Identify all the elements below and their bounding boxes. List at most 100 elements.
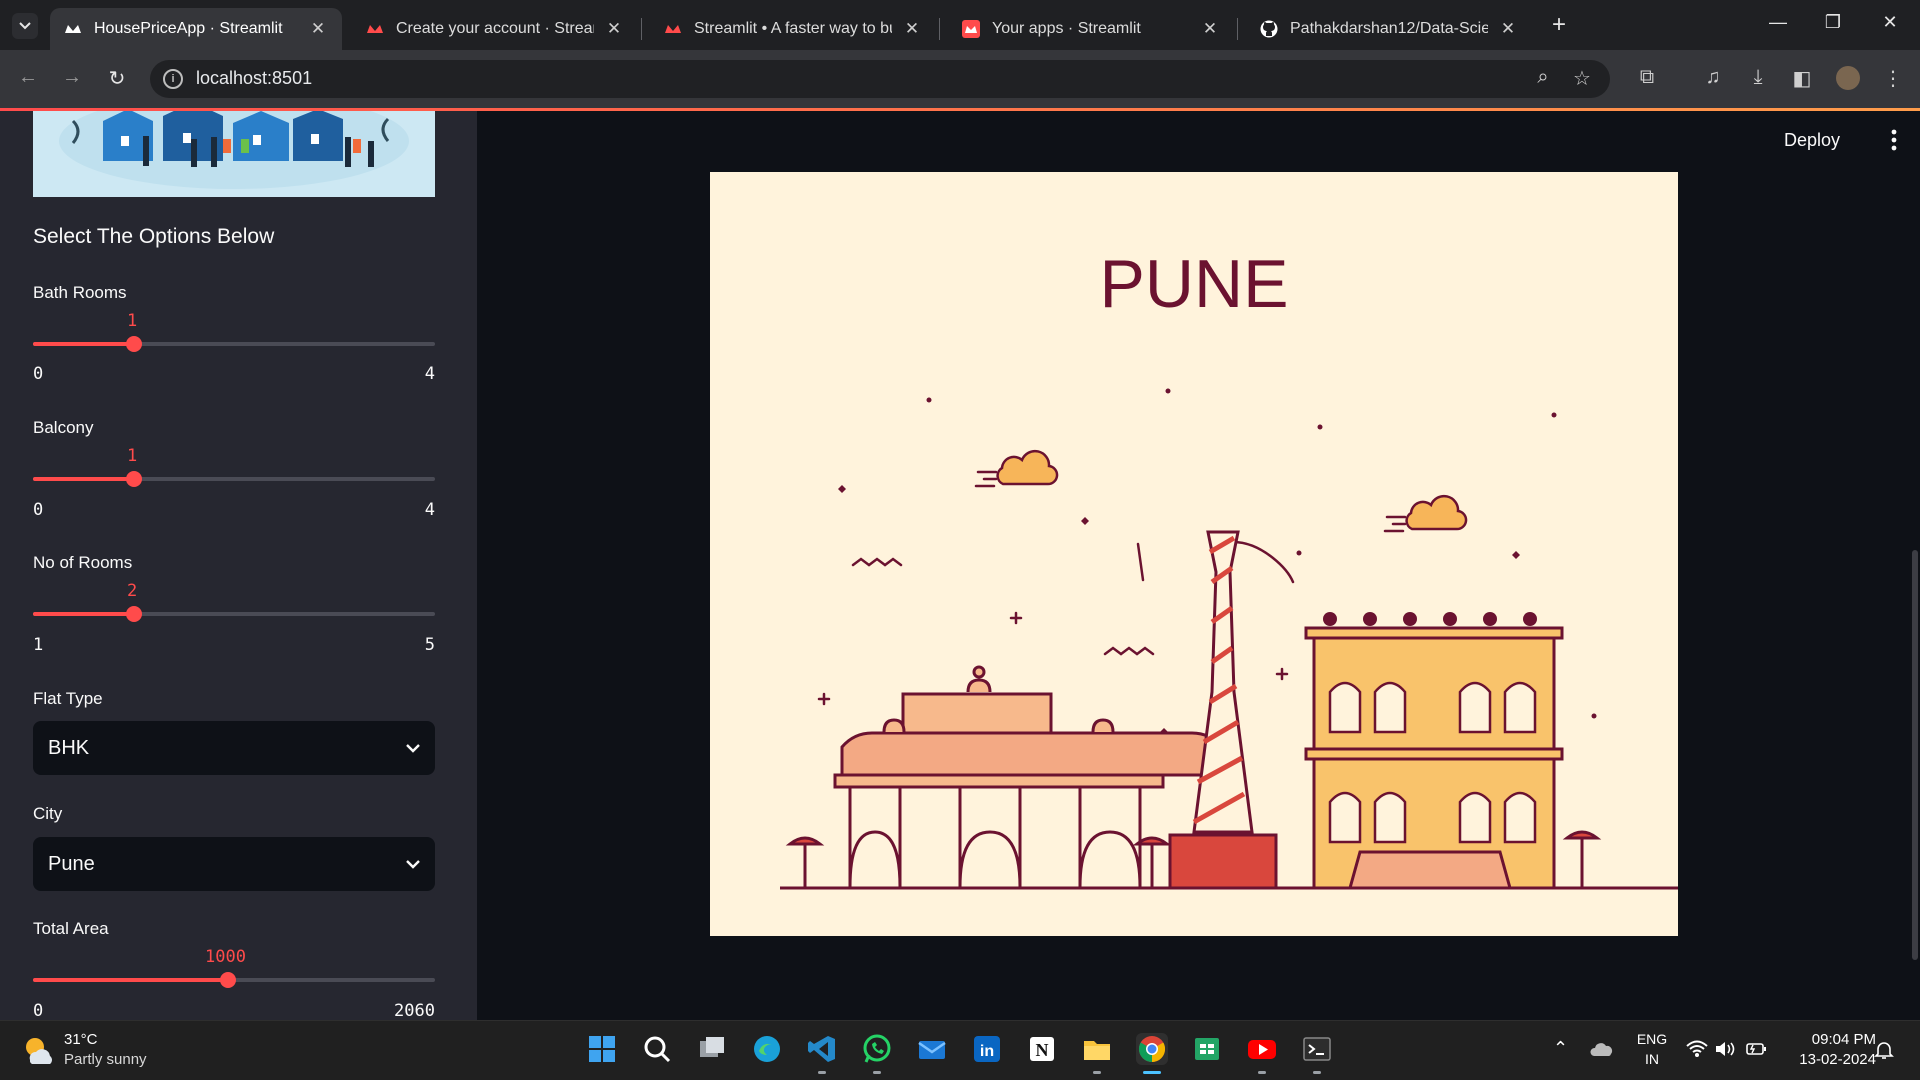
city-value: Pune: [48, 852, 95, 875]
close-icon[interactable]: ✕: [308, 19, 328, 39]
rooms-range: 1 5: [33, 635, 435, 655]
slider-max: 4: [424, 500, 435, 520]
tab-streamlit-home[interactable]: Streamlit • A faster way to build ✕: [650, 8, 936, 50]
address-bar[interactable]: [150, 60, 1610, 98]
bathrooms-label: Bath Rooms: [33, 283, 127, 302]
total-area-label: Total Area: [33, 919, 109, 938]
running-indicator: [873, 1071, 881, 1074]
download-icon[interactable]: ⤓: [1743, 66, 1773, 89]
language-line2[interactable]: IN: [1635, 1051, 1669, 1067]
slider-thumb[interactable]: [125, 336, 142, 352]
close-window-icon[interactable]: ✕: [1870, 12, 1910, 33]
tab-divider: [939, 18, 940, 40]
balcony-slider[interactable]: [33, 471, 435, 487]
tab-create-account[interactable]: Create your account · Streamlit ✕: [352, 8, 638, 50]
city-select[interactable]: Pune: [33, 837, 435, 891]
edge-icon[interactable]: [751, 1033, 783, 1065]
youtube-icon[interactable]: [1246, 1033, 1278, 1065]
tab-your-apps[interactable]: Your apps · Streamlit ✕: [948, 8, 1234, 50]
active-indicator: [1143, 1071, 1161, 1074]
reload-icon[interactable]: ↻: [103, 66, 131, 91]
slider-fill: [33, 978, 228, 982]
volume-icon[interactable]: [1714, 1040, 1736, 1058]
site-info-icon[interactable]: i: [163, 69, 183, 89]
close-icon[interactable]: ✕: [902, 19, 922, 39]
running-indicator: [1313, 1071, 1321, 1074]
tab-bar: HousePriceApp · Streamlit ✕ Create your …: [0, 0, 1920, 50]
vscode-icon[interactable]: [806, 1033, 838, 1065]
media-controls-icon[interactable]: ♫: [1698, 66, 1728, 89]
main-scrollbar[interactable]: [1912, 550, 1918, 960]
wifi-icon[interactable]: [1686, 1040, 1708, 1058]
streamlit-icon: [664, 20, 682, 38]
total-area-range: 0 2060: [33, 1001, 435, 1020]
slider-thumb[interactable]: [125, 606, 142, 622]
chrome-icon[interactable]: [1136, 1033, 1168, 1065]
slider-thumb[interactable]: [219, 972, 236, 988]
language-line1[interactable]: ENG: [1635, 1031, 1669, 1047]
file-explorer-icon[interactable]: [1081, 1033, 1113, 1065]
weather-temp: 31°C: [64, 1031, 98, 1048]
forward-icon[interactable]: →: [58, 66, 86, 89]
slider-thumb[interactable]: [125, 471, 142, 487]
flat-type-select[interactable]: BHK: [33, 721, 435, 775]
poster-title: PUNE: [1100, 246, 1289, 322]
rooms-slider[interactable]: [33, 606, 435, 622]
restore-icon[interactable]: ❐: [1813, 12, 1853, 33]
balcony-range: 0 4: [33, 500, 435, 520]
task-view-icon[interactable]: [696, 1033, 728, 1065]
clock-time[interactable]: 09:04 PM: [1780, 1031, 1876, 1048]
search-icon[interactable]: [641, 1033, 673, 1065]
slider-max: 4: [424, 364, 435, 384]
slider-min: 1: [33, 635, 44, 655]
sidebar-banner-image: [33, 111, 435, 197]
url-text[interactable]: localhost:8501: [196, 68, 312, 89]
battery-icon[interactable]: [1744, 1040, 1768, 1058]
total-area-slider[interactable]: [33, 972, 435, 988]
weather-icon[interactable]: [20, 1032, 56, 1068]
notion-icon[interactable]: N: [1026, 1033, 1058, 1065]
balcony-value: 1: [127, 446, 138, 466]
tab-search-button[interactable]: [12, 13, 38, 39]
tab-title: Create your account · Streamlit: [396, 20, 594, 37]
close-icon[interactable]: ✕: [1498, 19, 1518, 39]
running-indicator: [1093, 1071, 1101, 1074]
mail-icon[interactable]: [916, 1033, 948, 1065]
sheets-icon[interactable]: [1191, 1033, 1223, 1065]
total-area-value: 1000: [205, 947, 246, 967]
close-icon[interactable]: ✕: [604, 19, 624, 39]
whatsapp-icon[interactable]: [861, 1033, 893, 1065]
notification-bell-icon[interactable]: [1874, 1040, 1894, 1060]
slider-fill: [33, 612, 134, 616]
bathrooms-value: 1: [127, 311, 138, 331]
browser-menu-icon[interactable]: ⋮: [1878, 66, 1908, 91]
new-tab-button[interactable]: +: [1544, 11, 1574, 39]
minimize-icon[interactable]: —: [1758, 12, 1798, 33]
tab-housepriceapp[interactable]: HousePriceApp · Streamlit ✕: [50, 8, 342, 50]
tab-title: HousePriceApp · Streamlit: [94, 20, 283, 37]
windows-start-icon[interactable]: [586, 1033, 618, 1065]
bookmark-star-icon[interactable]: ☆: [1567, 66, 1597, 91]
close-icon[interactable]: ✕: [1200, 19, 1220, 39]
linkedin-icon[interactable]: in: [971, 1033, 1003, 1065]
deploy-button[interactable]: Deploy: [1784, 130, 1840, 151]
back-icon[interactable]: ←: [14, 66, 42, 89]
running-indicator: [1258, 1071, 1266, 1074]
city-label: City: [33, 804, 63, 823]
terminal-icon[interactable]: [1301, 1033, 1333, 1065]
tab-github-repo[interactable]: Pathakdarshan12/Data-Science ✕: [1246, 8, 1532, 50]
side-panel-icon[interactable]: ◧: [1787, 66, 1817, 91]
chevron-up-icon[interactable]: ⌃: [1553, 1038, 1568, 1059]
app-menu-icon[interactable]: [1884, 125, 1904, 155]
zoom-icon[interactable]: ⌕: [1528, 66, 1558, 89]
clock-date[interactable]: 13-02-2024: [1780, 1051, 1876, 1068]
windows-taskbar: [0, 1020, 1920, 1080]
slider-min: 0: [33, 364, 44, 384]
bathrooms-slider[interactable]: [33, 336, 435, 352]
tab-divider: [1237, 18, 1238, 40]
profile-avatar[interactable]: [1833, 66, 1863, 96]
extensions-icon[interactable]: ⧉: [1632, 66, 1662, 89]
onedrive-icon[interactable]: [1590, 1040, 1614, 1058]
tab-divider: [641, 18, 642, 40]
svg-text:in: in: [980, 1043, 994, 1060]
